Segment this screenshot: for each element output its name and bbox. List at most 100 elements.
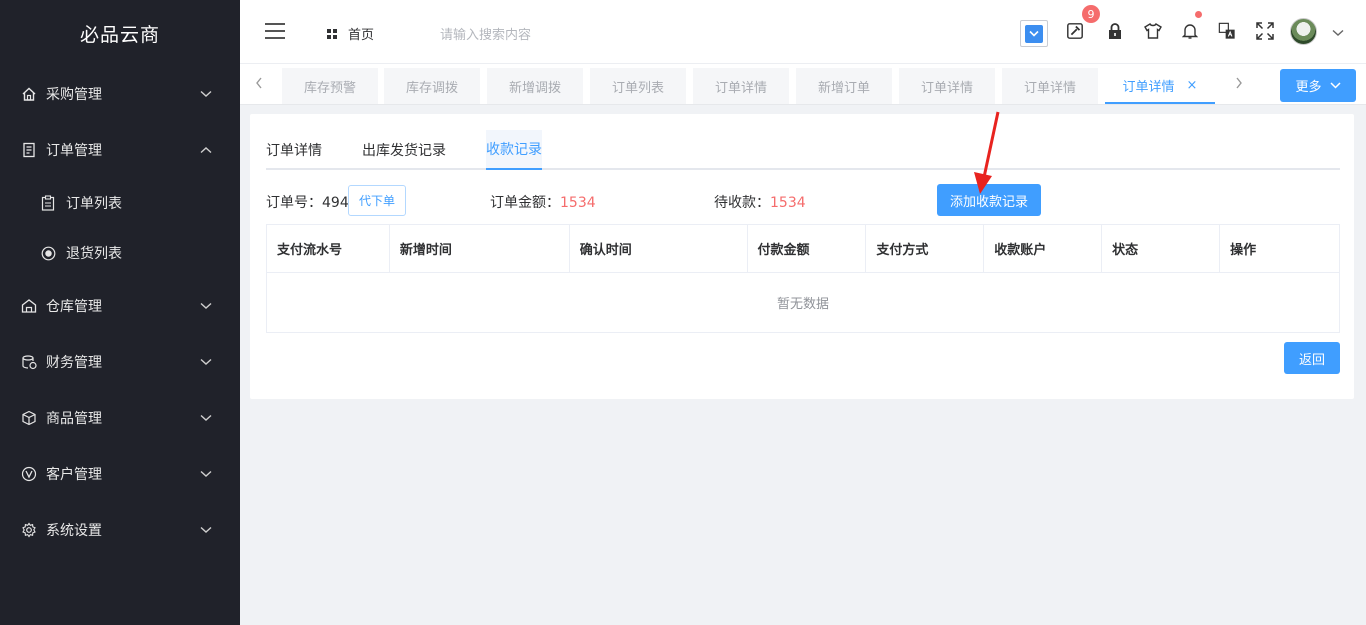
pending-payment: 待收款：1534 [714, 192, 806, 212]
notification-dot [1195, 11, 1202, 18]
sidebar-item-purchase[interactable]: 采购管理 [0, 66, 240, 122]
tools-icon[interactable] [1066, 22, 1084, 40]
subtab-shipping-records[interactable]: 出库发货记录 [362, 130, 458, 170]
sidebar-subitem-order-list[interactable]: 订单列表 [0, 178, 240, 228]
document-icon [20, 141, 38, 159]
chevron-down-icon [200, 524, 212, 536]
tab-order-detail-active[interactable]: 订单详情 × [1105, 68, 1215, 104]
tab-label: 订单详情 [714, 80, 767, 96]
column-header: 确认时间 [568, 224, 748, 273]
dropdown-toggle[interactable] [1020, 20, 1048, 47]
more-label: 更多 [1295, 80, 1322, 95]
tab-label: 库存调拨 [405, 80, 458, 96]
bell-icon[interactable] [1181, 22, 1199, 40]
column-header: 收款账户 [983, 224, 1103, 273]
chevron-down-icon [200, 412, 212, 424]
subtab-label: 收款记录 [486, 142, 542, 158]
return-icon [40, 245, 56, 261]
chevron-down-icon[interactable] [1332, 26, 1344, 38]
sidebar-item-label: 仓库管理 [46, 299, 102, 315]
sidebar-item-label: 财务管理 [46, 355, 102, 371]
chevron-right-icon[interactable] [1234, 76, 1248, 90]
detail-subtabs: 订单详情 出库发货记录 收款记录 [266, 130, 1340, 170]
translate-icon[interactable] [1218, 22, 1236, 40]
sidebar-item-label: 客户管理 [46, 467, 102, 483]
box-icon [20, 409, 38, 427]
sidebar-item-label: 采购管理 [46, 87, 102, 103]
subtab-payment-records[interactable]: 收款记录 [486, 130, 542, 170]
sidebar-item-label: 商品管理 [46, 411, 102, 427]
lock-icon[interactable] [1106, 22, 1124, 40]
home-label: 首页 [348, 28, 375, 43]
tab-label: 订单详情 [920, 80, 973, 96]
tab-new-transfer[interactable]: 新增调拨 [487, 68, 583, 104]
order-number: 订单号：494 [266, 192, 349, 212]
clipboard-icon [40, 195, 56, 211]
sidebar-item-finance[interactable]: 财务管理 [0, 334, 240, 390]
top-header: 首页 请输入搜索内容 9 [240, 0, 1366, 64]
subtab-label: 订单详情 [266, 143, 322, 159]
chevron-down-icon [1329, 82, 1341, 89]
column-header: 支付流水号 [266, 224, 390, 273]
back-button[interactable]: 返回 [1284, 342, 1340, 374]
tab-order-detail[interactable]: 订单详情 [899, 68, 995, 104]
add-payment-record-button[interactable]: 添加收款记录 [937, 184, 1041, 216]
tab-order-detail[interactable]: 订单详情 [1002, 68, 1098, 104]
empty-state-text: 暂无数据 [266, 272, 1340, 333]
avatar[interactable] [1290, 18, 1317, 45]
sidebar-item-label: 订单管理 [46, 143, 102, 159]
fullscreen-icon[interactable] [1256, 22, 1274, 40]
column-header: 操作 [1219, 224, 1340, 273]
grid-icon [327, 28, 337, 39]
pending-payment-value: 1534 [770, 195, 806, 211]
order-number-label: 订单号： [266, 195, 322, 211]
tab-label: 订单详情 [1122, 79, 1175, 95]
shirt-icon[interactable] [1144, 22, 1162, 40]
search-input[interactable]: 请输入搜索内容 [440, 24, 531, 43]
gear-icon [20, 521, 38, 539]
table-header-row: 支付流水号 新增时间 确认时间 付款金额 支付方式 收款账户 状态 操作 [266, 224, 1340, 273]
order-detail-card: 订单详情 出库发货记录 收款记录 订单号：494 代下单 订单金额：1534 待… [250, 114, 1354, 399]
finance-icon [20, 353, 38, 371]
chevron-down-icon [200, 468, 212, 480]
column-header: 状态 [1101, 224, 1221, 273]
table-row: 暂无数据 [266, 272, 1340, 333]
tab-order-detail[interactable]: 订单详情 [693, 68, 789, 104]
column-header: 付款金额 [746, 224, 867, 273]
payment-records-table: 支付流水号 新增时间 确认时间 付款金额 支付方式 收款账户 状态 操作 暂无数… [266, 224, 1340, 333]
sidebar-item-label: 系统设置 [46, 523, 102, 539]
customer-icon [20, 465, 38, 483]
tab-inventory-warning[interactable]: 库存预警 [282, 68, 378, 104]
tab-inventory-transfer[interactable]: 库存调拨 [384, 68, 480, 104]
sidebar-item-orders[interactable]: 订单管理 [0, 122, 240, 178]
sidebar-subitem-return-list[interactable]: 退货列表 [0, 228, 240, 278]
sidebar-item-customers[interactable]: 客户管理 [0, 446, 240, 502]
tab-label: 订单详情 [1023, 80, 1076, 96]
more-button[interactable]: 更多 [1280, 69, 1356, 102]
column-header: 支付方式 [865, 224, 985, 273]
order-amount-label: 订单金额： [490, 195, 560, 211]
sidebar-item-settings[interactable]: 系统设置 [0, 502, 240, 558]
home-link[interactable]: 首页 [326, 24, 374, 43]
hamburger-menu-icon[interactable] [264, 22, 286, 42]
page-tabs-bar: 库存预警 库存调拨 新增调拨 订单列表 订单详情 新增订单 订单详情 订单详情 … [240, 64, 1366, 105]
brand-logo-text: 必品云商 [79, 23, 160, 46]
chevron-up-icon [200, 144, 212, 156]
sidebar-subitem-label: 订单列表 [66, 196, 122, 212]
tab-order-list[interactable]: 订单列表 [590, 68, 686, 104]
order-amount-value: 1534 [560, 195, 596, 211]
chevron-left-icon[interactable] [254, 76, 268, 90]
tab-label: 订单列表 [611, 80, 664, 96]
chevron-down-icon [1025, 24, 1043, 43]
warehouse-icon [20, 297, 38, 315]
subtab-order-detail[interactable]: 订单详情 [266, 130, 338, 170]
close-icon[interactable]: × [1187, 78, 1198, 93]
tab-new-order[interactable]: 新增订单 [796, 68, 892, 104]
tab-label: 新增调拨 [508, 80, 561, 96]
chevron-down-icon [200, 300, 212, 312]
chevron-down-icon [200, 356, 212, 368]
sidebar-item-warehouse[interactable]: 仓库管理 [0, 278, 240, 334]
sidebar-item-products[interactable]: 商品管理 [0, 390, 240, 446]
proxy-order-button[interactable]: 代下单 [348, 185, 406, 216]
tab-label: 库存预警 [303, 80, 356, 96]
